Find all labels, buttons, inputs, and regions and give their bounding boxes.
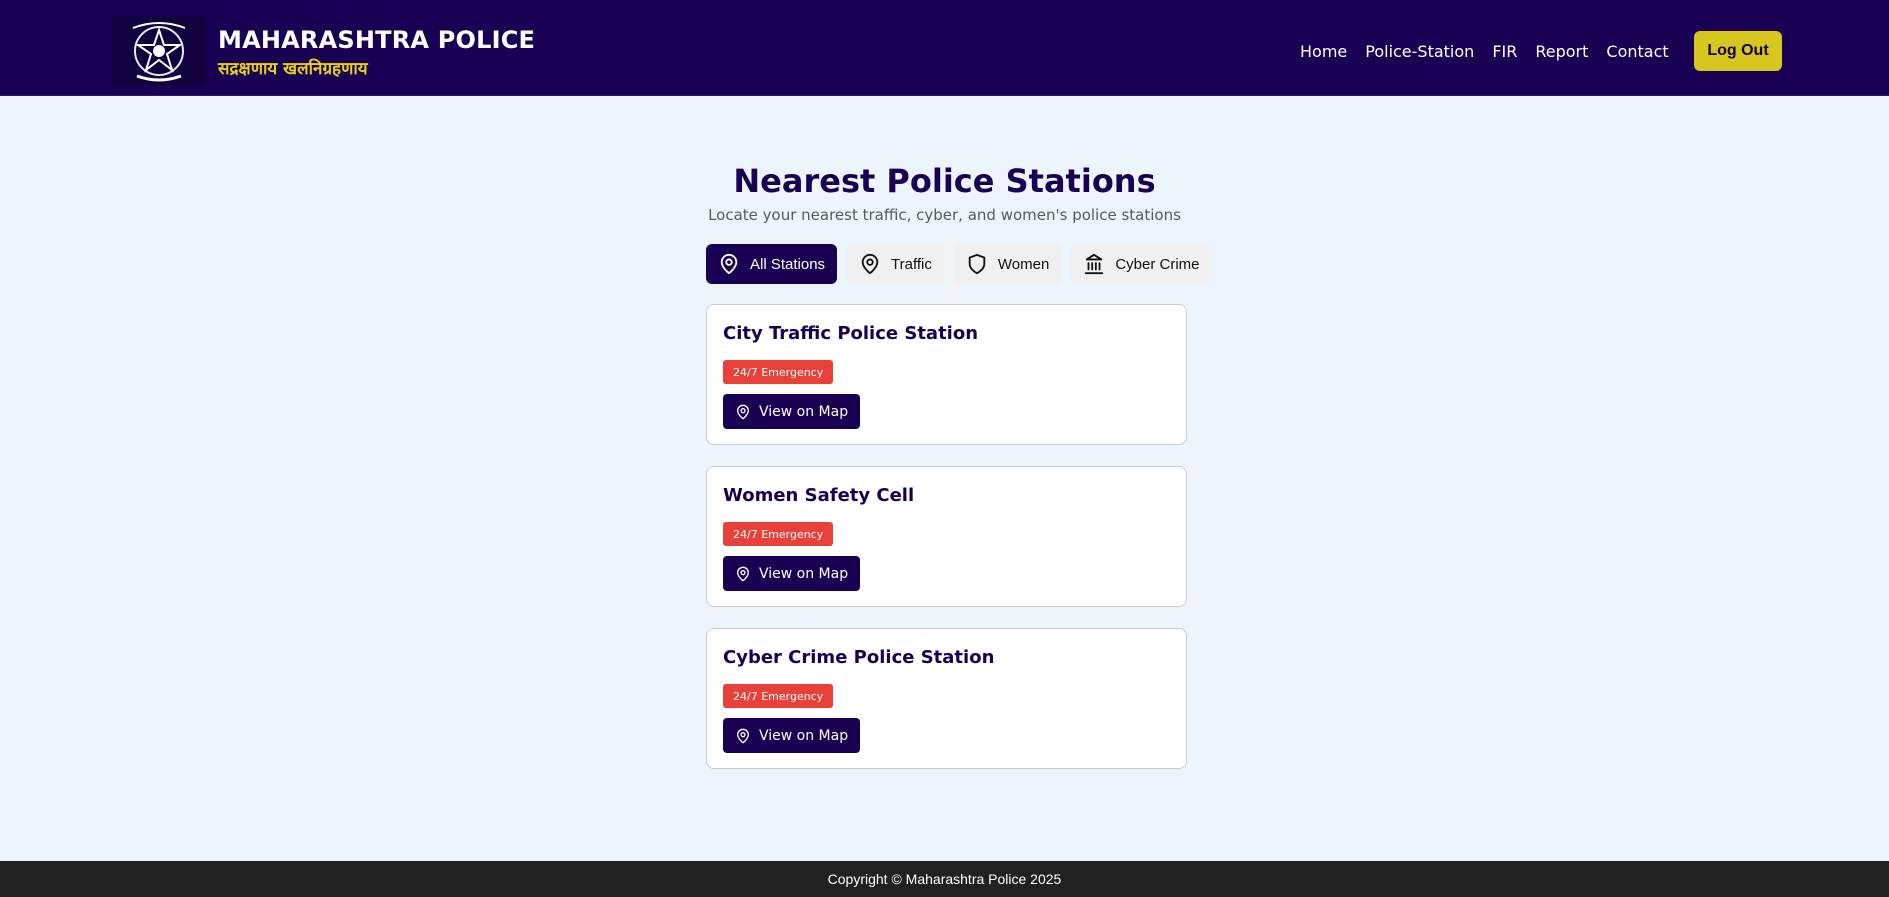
nav-contact[interactable]: Contact (1606, 42, 1668, 61)
map-pin-icon (735, 566, 751, 582)
footer: Copyright © Maharashtra Police 2025 (0, 861, 1889, 897)
button-label: View on Map (759, 403, 849, 420)
police-emblem-logo[interactable] (112, 16, 206, 86)
emblem-icon (132, 22, 186, 82)
bank-icon (1083, 253, 1105, 275)
brand-title: MAHARASHTRA POLICE (218, 26, 536, 54)
main-nav: Home Police-Station FIR Report Contact (1300, 42, 1687, 61)
station-card: Cyber Crime Police Station 24/7 Emergenc… (706, 628, 1187, 769)
filter-all-stations[interactable]: All Stations (706, 244, 838, 284)
filter-label: Cyber Crime (1115, 255, 1200, 273)
station-card: City Traffic Police Station 24/7 Emergen… (706, 304, 1187, 445)
map-pin-icon (735, 404, 751, 420)
station-name: Women Safety Cell (723, 485, 915, 506)
map-pin-icon (859, 253, 881, 275)
button-label: View on Map (759, 565, 849, 582)
station-card: Women Safety Cell 24/7 Emergency View on… (706, 466, 1187, 607)
station-name: City Traffic Police Station (723, 323, 979, 344)
nav-report[interactable]: Report (1535, 42, 1588, 61)
page-subtitle: Locate your nearest traffic, cyber, and … (708, 206, 1181, 224)
copyright-text: Copyright © Maharashtra Police 2025 (827, 871, 1062, 887)
station-filter-tabs: All Stations Traffic Women Cyber Crime (706, 244, 1212, 284)
nav-home[interactable]: Home (1300, 42, 1347, 61)
map-pin-icon (718, 253, 740, 275)
filter-traffic[interactable]: Traffic (847, 244, 944, 284)
filter-label: All Stations (750, 255, 826, 273)
top-navbar: MAHARASHTRA POLICE सद्रक्षणाय खलनिग्रहणा… (0, 0, 1889, 96)
emergency-badge: 24/7 Emergency (723, 684, 834, 708)
view-on-map-button[interactable]: View on Map (723, 718, 861, 753)
page-title: Nearest Police Stations (733, 162, 1156, 200)
nav-police-station[interactable]: Police-Station (1365, 42, 1474, 61)
filter-label: Women (997, 255, 1050, 273)
view-on-map-button[interactable]: View on Map (723, 556, 861, 591)
emergency-badge: 24/7 Emergency (723, 360, 834, 384)
view-on-map-button[interactable]: View on Map (723, 394, 861, 429)
brand-motto: सद्रक्षणाय खलनिग्रहणाय (218, 59, 368, 79)
filter-cyber-crime[interactable]: Cyber Crime (1071, 244, 1212, 284)
logout-button[interactable]: Log Out (1694, 31, 1782, 71)
button-label: View on Map (759, 727, 849, 744)
filter-label: Traffic (891, 255, 932, 273)
station-name: Cyber Crime Police Station (723, 647, 995, 668)
filter-women[interactable]: Women (953, 244, 1062, 284)
emergency-badge: 24/7 Emergency (723, 522, 834, 546)
map-pin-icon (735, 728, 751, 744)
shield-icon (966, 253, 988, 275)
nav-fir[interactable]: FIR (1492, 42, 1517, 61)
